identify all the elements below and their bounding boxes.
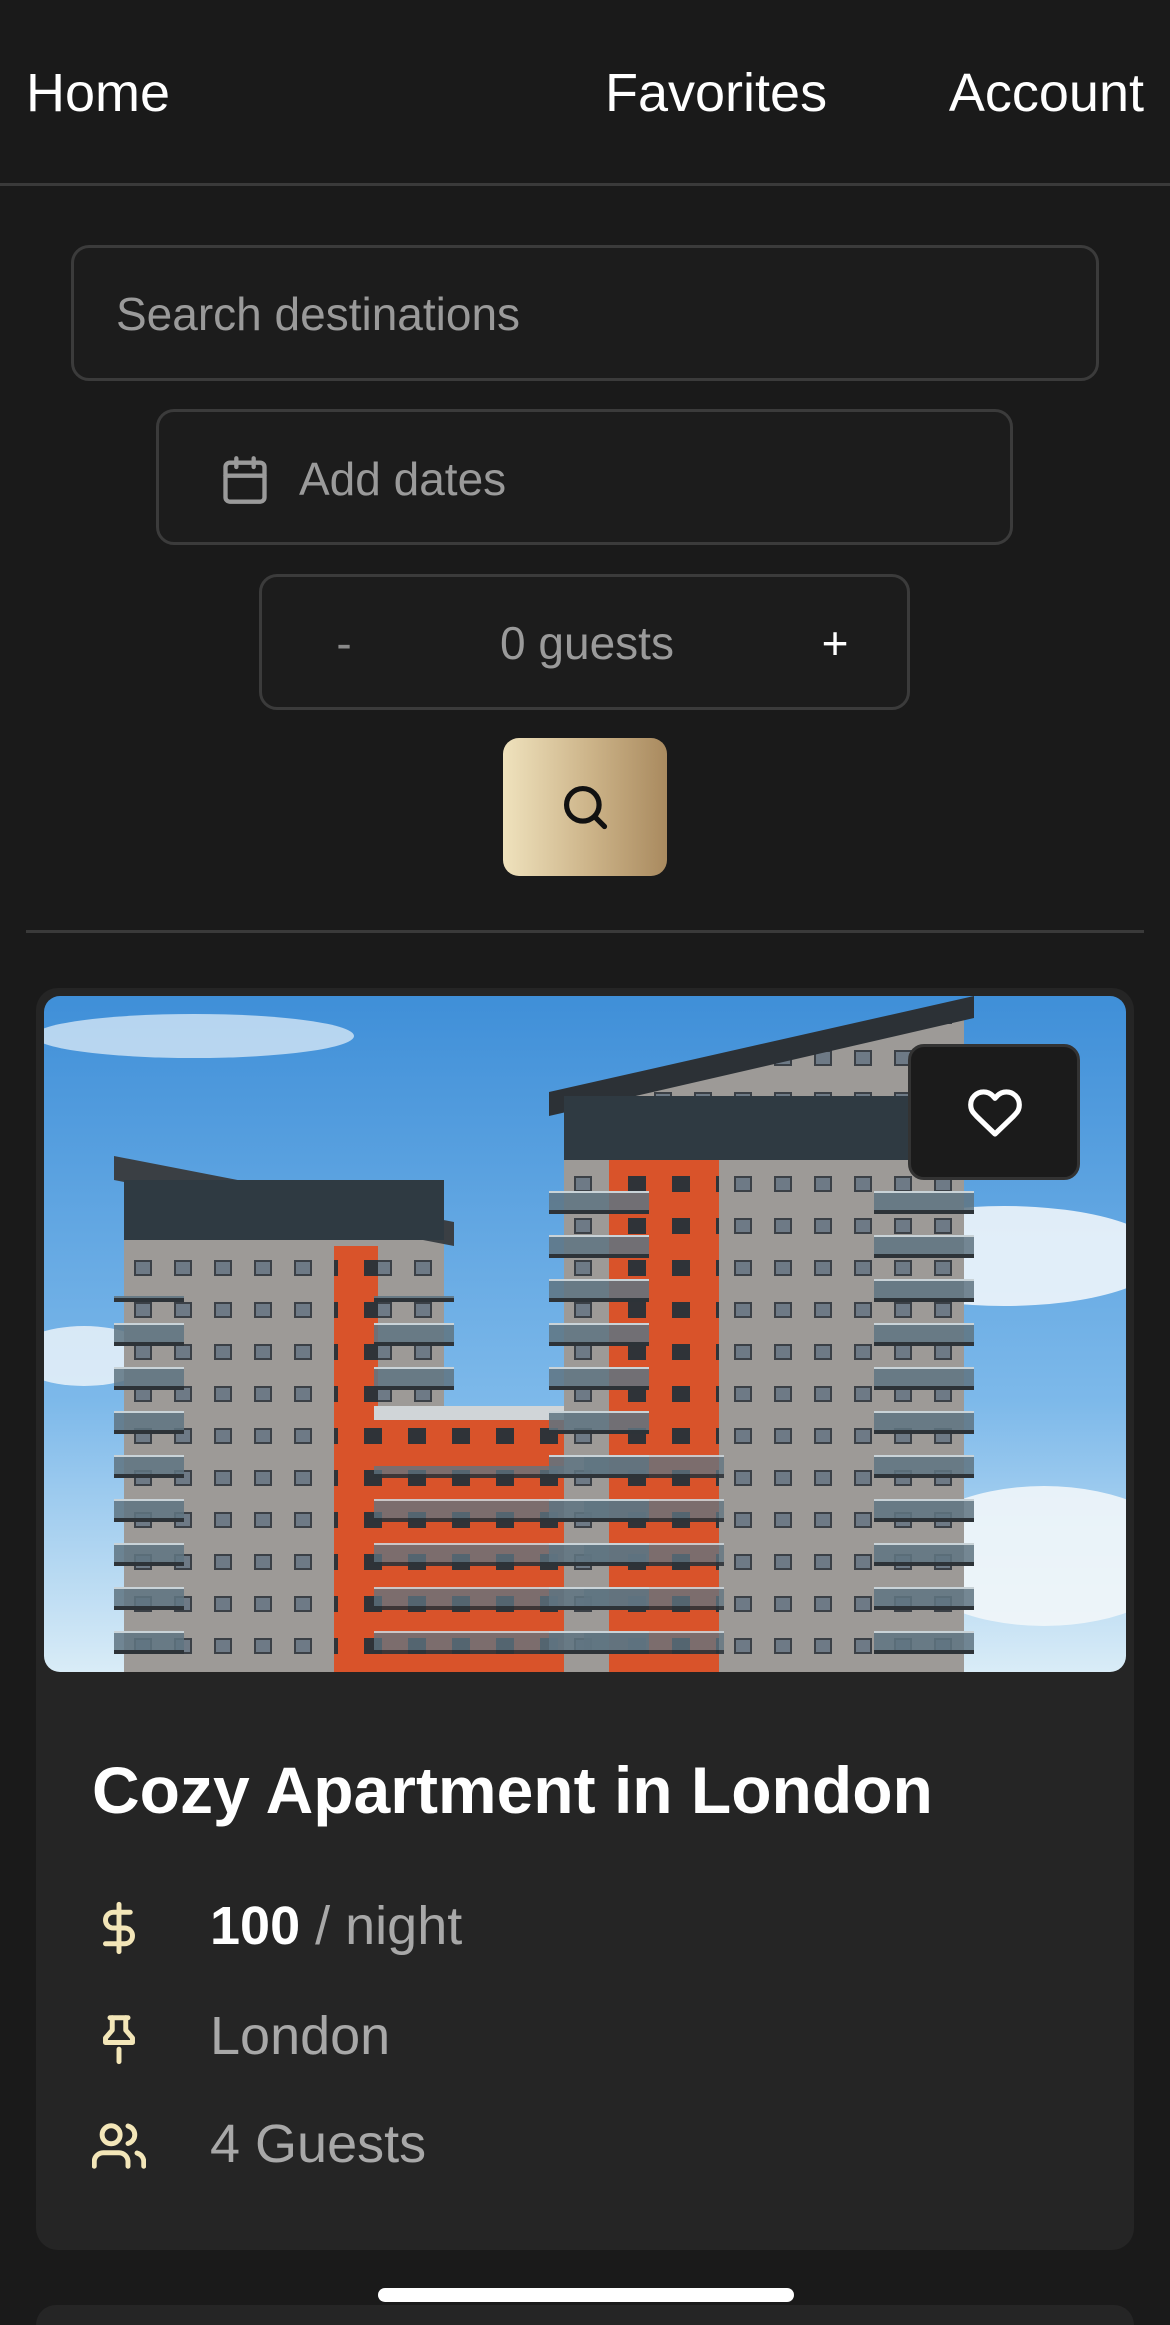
pin-icon: [92, 2011, 146, 2065]
price-unit: / night: [315, 1896, 463, 1956]
favorite-button[interactable]: [908, 1044, 1080, 1180]
section-divider: [26, 930, 1144, 933]
nav-account-link[interactable]: Account: [949, 58, 1144, 128]
guests-count: 0 guests: [500, 617, 674, 669]
calendar-icon: [219, 454, 271, 506]
location-text: London: [210, 2006, 391, 2066]
home-indicator[interactable]: [378, 2288, 794, 2302]
guests-text: 4 Guests: [210, 2114, 427, 2174]
search-button[interactable]: [503, 738, 667, 876]
top-nav: Home Favorites Account: [0, 0, 1170, 186]
listing-title: Cozy Apartment in London: [92, 1753, 933, 1827]
nav-home-link[interactable]: Home: [26, 58, 170, 128]
heart-icon: [968, 1089, 1022, 1137]
next-listing-card[interactable]: [36, 2305, 1134, 2325]
price-value: 100: [210, 1896, 301, 1956]
dates-picker[interactable]: Add dates: [156, 409, 1013, 545]
listing-card[interactable]: Cozy Apartment in London 100 / night Lon…: [36, 988, 1134, 2250]
app-screen: Home Favorites Account Search destinatio…: [0, 0, 1170, 2325]
dates-placeholder: Add dates: [299, 453, 507, 505]
nav-favorites-link[interactable]: Favorites: [605, 58, 827, 128]
search-icon: [563, 785, 608, 830]
guests-increment-button[interactable]: +: [805, 611, 865, 675]
guests-decrement-button[interactable]: -: [314, 611, 374, 675]
destination-placeholder: Search destinations: [116, 288, 521, 340]
dollar-icon: [92, 1901, 146, 1955]
guests-stepper: - 0 guests +: [259, 574, 910, 710]
destination-search-input[interactable]: Search destinations: [71, 245, 1099, 381]
users-icon: [91, 2119, 147, 2173]
